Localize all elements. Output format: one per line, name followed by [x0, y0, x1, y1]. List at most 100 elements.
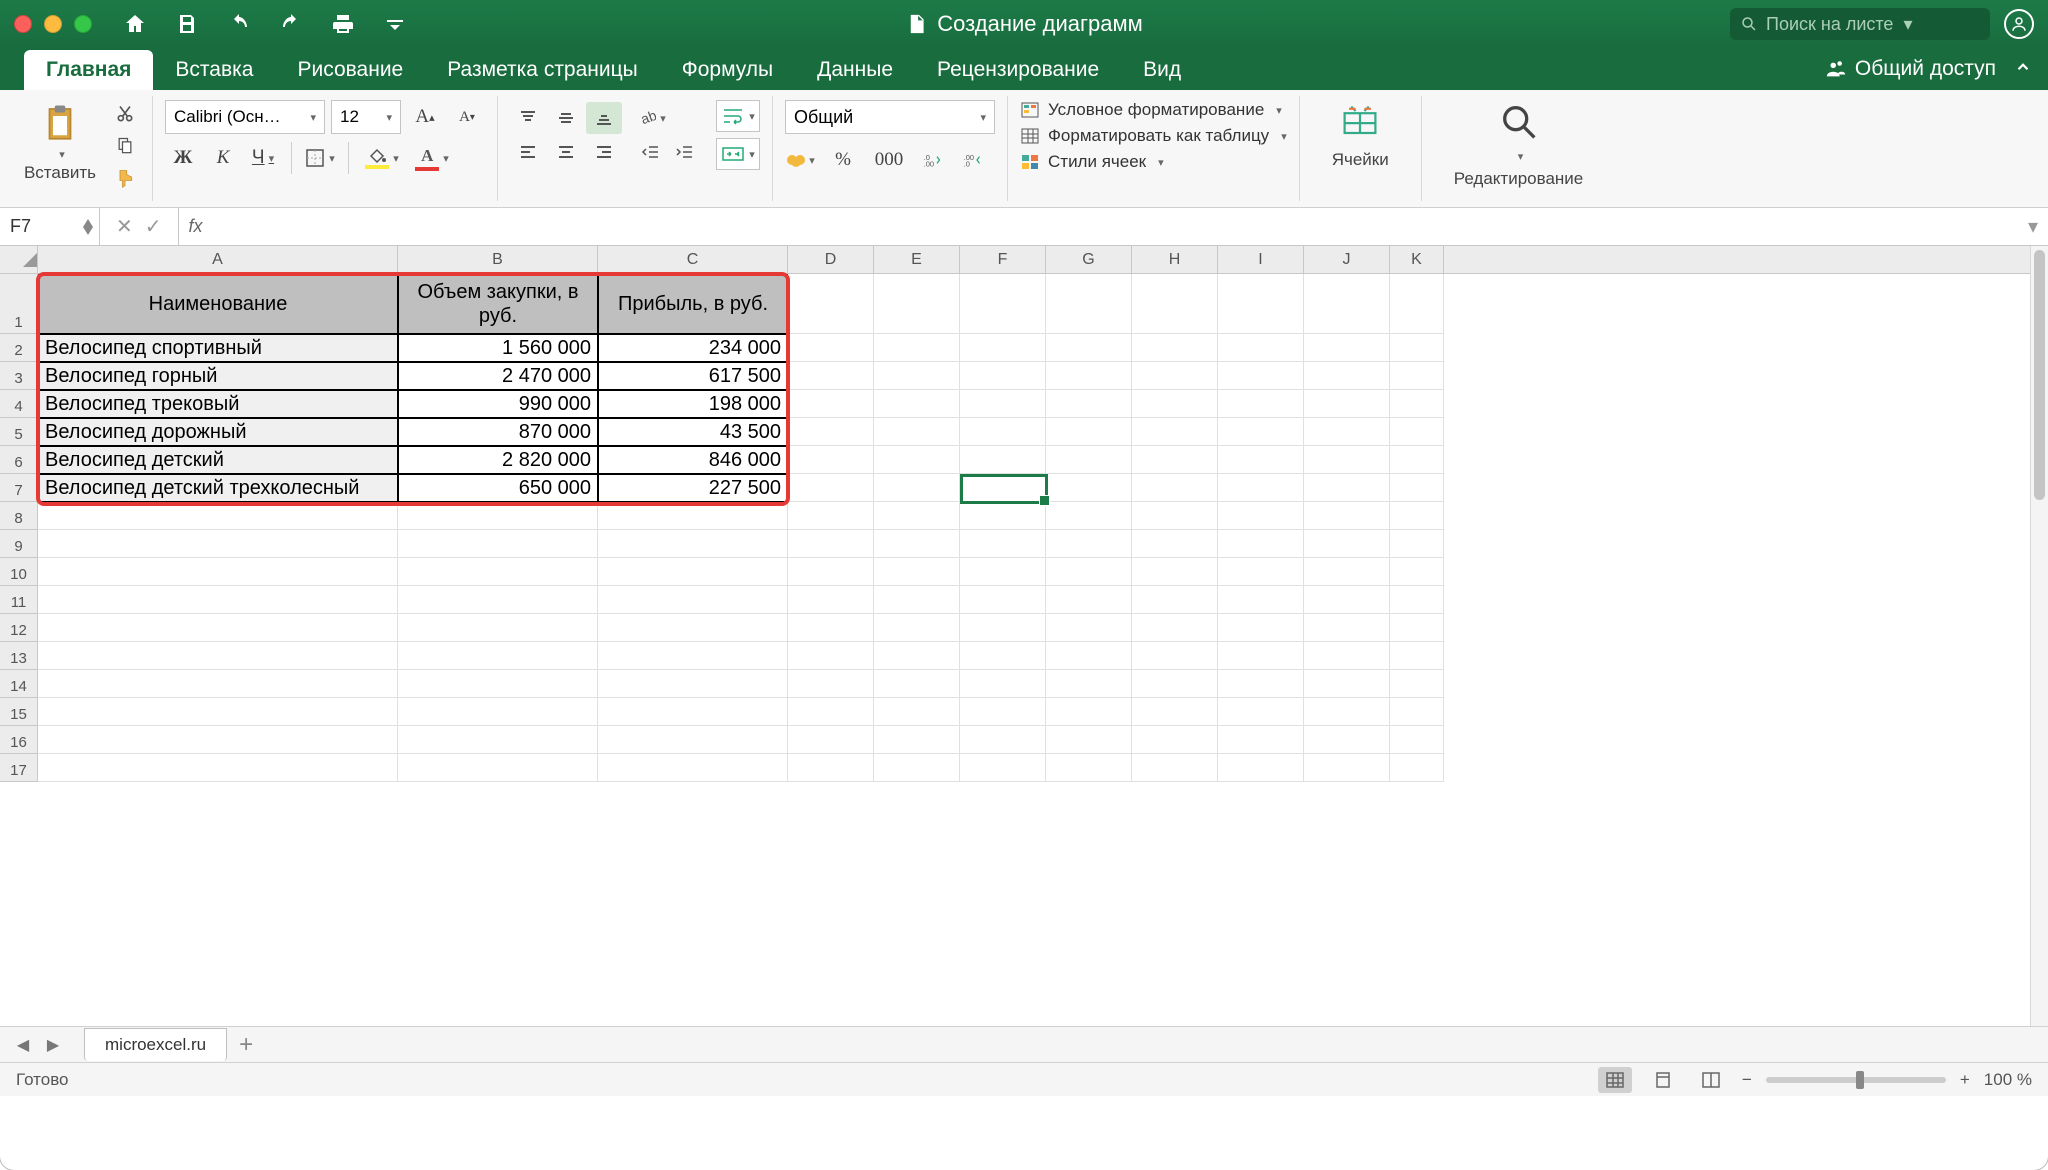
cell[interactable]: [874, 446, 960, 474]
cell[interactable]: [874, 642, 960, 670]
cell[interactable]: [874, 586, 960, 614]
cell[interactable]: 990 000: [398, 390, 598, 418]
cell[interactable]: [1390, 390, 1444, 418]
cell[interactable]: [1132, 670, 1218, 698]
cell[interactable]: [1304, 418, 1390, 446]
cell[interactable]: [788, 334, 874, 362]
cell[interactable]: [1132, 390, 1218, 418]
cell[interactable]: [1046, 474, 1132, 502]
cell[interactable]: [1046, 334, 1132, 362]
col-header-f[interactable]: F: [960, 246, 1046, 273]
align-left-icon[interactable]: [510, 136, 546, 168]
cell[interactable]: [1304, 502, 1390, 530]
cell[interactable]: [960, 586, 1046, 614]
cell[interactable]: [1132, 334, 1218, 362]
cell[interactable]: [1132, 614, 1218, 642]
cell[interactable]: [1218, 502, 1304, 530]
cell[interactable]: [1132, 274, 1218, 334]
cell[interactable]: [38, 642, 398, 670]
home-icon[interactable]: [120, 9, 150, 39]
cell[interactable]: [398, 698, 598, 726]
cell[interactable]: [960, 418, 1046, 446]
cell[interactable]: [38, 530, 398, 558]
row-header[interactable]: 11: [0, 586, 38, 614]
cell[interactable]: [1046, 502, 1132, 530]
col-header-c[interactable]: C: [598, 246, 788, 273]
cell[interactable]: [38, 558, 398, 586]
cell[interactable]: [874, 670, 960, 698]
cell[interactable]: [874, 698, 960, 726]
col-header-h[interactable]: H: [1132, 246, 1218, 273]
cell[interactable]: 43 500: [598, 418, 788, 446]
expand-fbar-icon[interactable]: ▾: [2028, 216, 2038, 238]
cell[interactable]: [1304, 274, 1390, 334]
row-header[interactable]: 7: [0, 474, 38, 502]
cells-button[interactable]: Ячейки: [1312, 100, 1409, 170]
cell[interactable]: [960, 754, 1046, 782]
cell[interactable]: [1046, 446, 1132, 474]
cell[interactable]: [1390, 642, 1444, 670]
row-header[interactable]: 17: [0, 754, 38, 782]
col-header-j[interactable]: J: [1304, 246, 1390, 273]
cell[interactable]: [874, 474, 960, 502]
row-header[interactable]: 10: [0, 558, 38, 586]
col-header-b[interactable]: B: [398, 246, 598, 273]
cell[interactable]: [1390, 698, 1444, 726]
cell[interactable]: [788, 642, 874, 670]
cell[interactable]: [874, 558, 960, 586]
cell[interactable]: [1218, 474, 1304, 502]
cell[interactable]: [1390, 558, 1444, 586]
orientation-icon[interactable]: ab▾: [636, 104, 666, 132]
cell[interactable]: [1132, 642, 1218, 670]
cell[interactable]: [598, 670, 788, 698]
cell[interactable]: [788, 670, 874, 698]
sheet-tab[interactable]: microexcel.ru: [84, 1028, 227, 1061]
cell[interactable]: [38, 670, 398, 698]
cell[interactable]: [1390, 670, 1444, 698]
cell[interactable]: [398, 726, 598, 754]
increase-indent-icon[interactable]: [670, 138, 700, 166]
cell[interactable]: [1218, 418, 1304, 446]
align-center-icon[interactable]: [548, 136, 584, 168]
cell[interactable]: [874, 362, 960, 390]
close-window[interactable]: [14, 15, 32, 33]
cell[interactable]: [960, 390, 1046, 418]
cell[interactable]: [788, 558, 874, 586]
cell[interactable]: [1304, 558, 1390, 586]
cell[interactable]: [598, 642, 788, 670]
cell[interactable]: [1304, 362, 1390, 390]
cell[interactable]: [874, 726, 960, 754]
decrease-decimal-icon[interactable]: .00.0: [957, 146, 987, 174]
cell[interactable]: [960, 642, 1046, 670]
cell[interactable]: [1046, 614, 1132, 642]
format-as-table[interactable]: Форматировать как таблицу▾: [1020, 126, 1287, 146]
cell[interactable]: [1390, 502, 1444, 530]
cell[interactable]: Велосипед трековый: [38, 390, 398, 418]
cell[interactable]: [1304, 446, 1390, 474]
cell[interactable]: [1390, 530, 1444, 558]
name-box[interactable]: F7: [0, 208, 100, 245]
cell[interactable]: [1304, 726, 1390, 754]
cell[interactable]: 2 820 000: [398, 446, 598, 474]
cell[interactable]: [874, 530, 960, 558]
font-size-select[interactable]: 12▾: [331, 100, 401, 134]
cell[interactable]: [960, 530, 1046, 558]
cell[interactable]: [1304, 670, 1390, 698]
tab-view[interactable]: Вид: [1121, 50, 1203, 90]
cell[interactable]: [1390, 726, 1444, 754]
cell[interactable]: [960, 670, 1046, 698]
comma-style-button[interactable]: 000: [871, 144, 907, 176]
vertical-scrollbar[interactable]: [2030, 246, 2048, 1026]
cell[interactable]: [1046, 390, 1132, 418]
cell[interactable]: [1132, 558, 1218, 586]
borders-button[interactable]: ▾: [302, 142, 338, 174]
cell[interactable]: [38, 754, 398, 782]
align-middle-icon[interactable]: [548, 102, 584, 134]
cell[interactable]: [398, 642, 598, 670]
copy-icon[interactable]: [110, 132, 140, 160]
format-painter-icon[interactable]: [110, 164, 140, 192]
cell[interactable]: [788, 418, 874, 446]
select-all-corner[interactable]: [0, 246, 38, 273]
cell[interactable]: [1218, 334, 1304, 362]
cell[interactable]: [1390, 446, 1444, 474]
